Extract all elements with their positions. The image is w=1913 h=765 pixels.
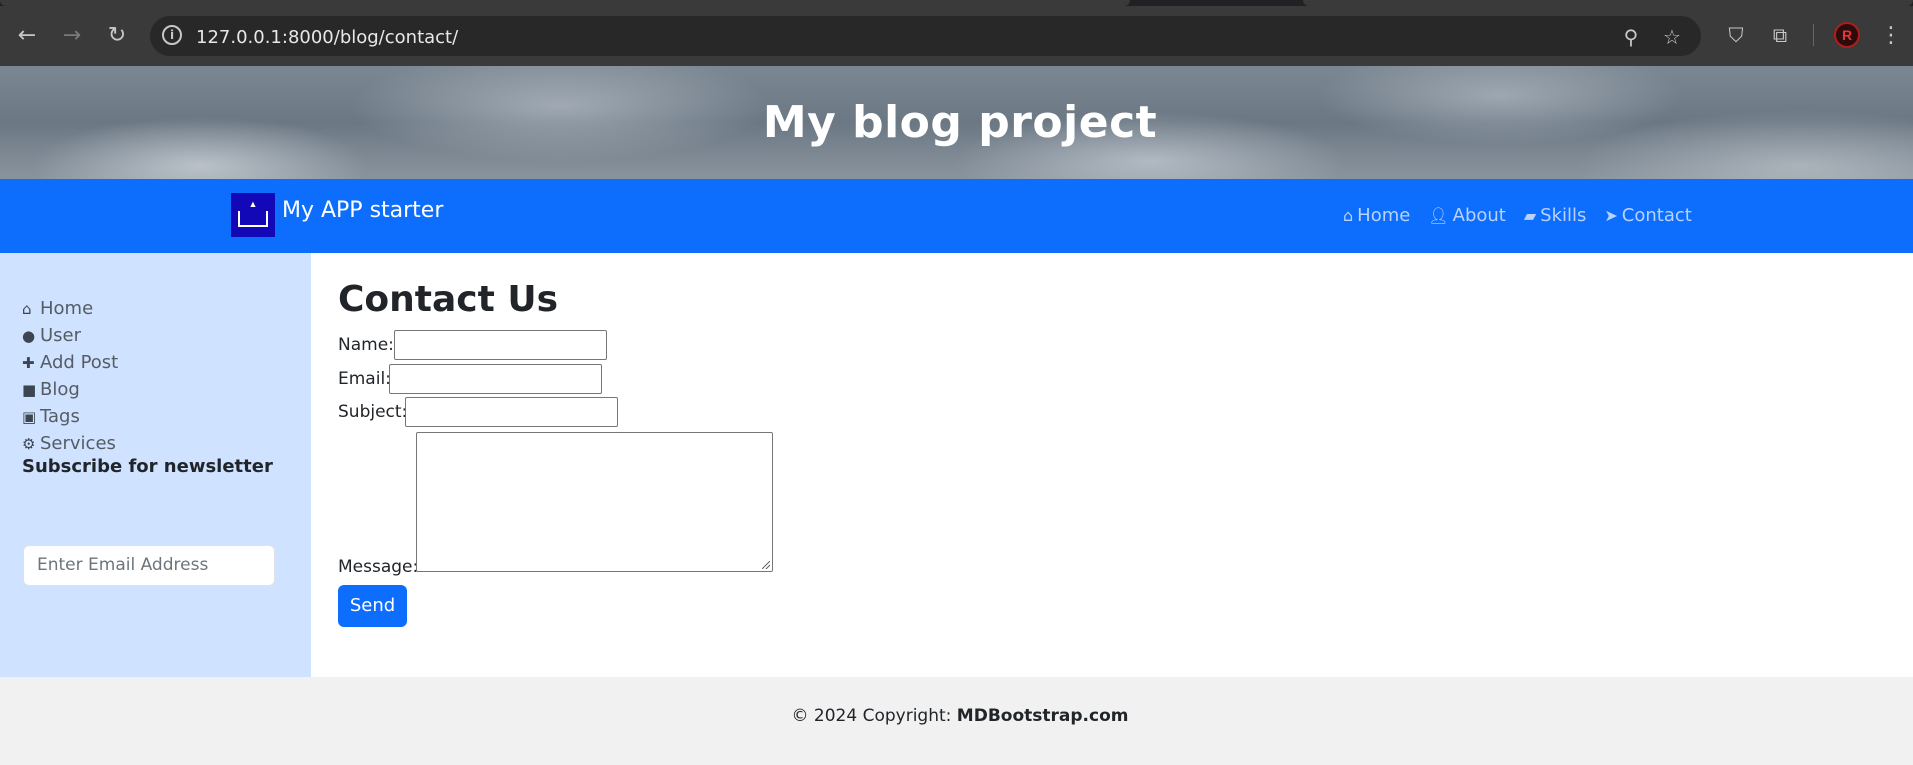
subject-label: Subject: [338, 402, 408, 422]
star-icon[interactable]: ☆ [1660, 25, 1684, 49]
address-bar[interactable]: i 127.0.0.1:8000/blog/contact/ ⚲ ☆ [150, 16, 1701, 56]
page-title: Contact Us [338, 279, 559, 320]
email-label: Email: [338, 369, 391, 389]
site-title: My blog project [762, 97, 1158, 148]
subject-field[interactable] [405, 397, 618, 427]
newsletter-email-input[interactable]: Enter Email Address [23, 545, 275, 586]
header-banner: My blog project [0, 66, 1913, 179]
zoom-icon[interactable]: ⚲ [1619, 25, 1643, 49]
kebab-menu-icon[interactable]: ⋮ [1880, 20, 1902, 52]
top-navbar: ▲ My APP starter ⌂ Home 👤︎ About ▰ Skill… [0, 179, 1913, 253]
logo-figure-icon: ▲ [248, 199, 258, 209]
sidebar-item-services[interactable]: ⚙ Services [22, 430, 118, 457]
paper-plane-icon: ➤ [1604, 205, 1618, 225]
resize-handle-icon[interactable] [762, 561, 770, 569]
sidebar-item-home[interactable]: ⌂ Home [22, 295, 118, 322]
browser-toolbar: ← → ↻ i 127.0.0.1:8000/blog/contact/ ⚲ ☆… [0, 0, 1913, 66]
briefcase-icon: ▣ [22, 407, 37, 426]
name-field[interactable] [394, 330, 607, 360]
toolbar-divider [1813, 24, 1814, 46]
nav-link-label: Skills [1540, 204, 1587, 226]
sidebar-item-label: Services [40, 433, 116, 454]
nav-link-contact[interactable]: ➤ Contact [1604, 203, 1691, 227]
plus-icon: ✚ [22, 353, 35, 372]
copyright-text: © 2024 Copyright: [791, 706, 952, 726]
footer-link[interactable]: MDBootstrap.com [957, 706, 1129, 726]
newsletter-heading: Subscribe for newsletter [22, 456, 273, 477]
forward-arrow-icon[interactable]: → [56, 20, 88, 52]
user-icon: ● [22, 326, 36, 345]
profile-avatar-icon[interactable]: R [1834, 22, 1860, 48]
reload-icon[interactable]: ↻ [101, 20, 133, 52]
nav-link-about[interactable]: 👤︎ About [1428, 203, 1506, 227]
email-field[interactable] [389, 364, 602, 394]
tab-strip [0, 0, 1913, 6]
footer: © 2024 Copyright: MDBootstrap.com [0, 677, 1913, 765]
puzzle-extensions-icon[interactable]: ⧉ [1767, 22, 1793, 48]
gears-icon: ⚙ [22, 434, 36, 453]
book-icon: ▰ [1523, 205, 1537, 225]
home-icon: ⌂ [1343, 205, 1354, 225]
message-textarea[interactable] [416, 432, 773, 572]
nav-links: ⌂ Home 👤︎ About ▰ Skills ➤ Contact [1343, 203, 1692, 227]
sidebar-item-label: Blog [40, 379, 80, 400]
brand-name[interactable]: My APP starter [282, 198, 443, 223]
main-content: Contact Us Name: Email: Subject: Message… [311, 253, 1913, 677]
sidebar-item-blog[interactable]: ■ Blog [22, 376, 118, 403]
sidebar-item-label: Tags [40, 406, 80, 427]
nav-link-label: Home [1357, 204, 1411, 226]
back-arrow-icon[interactable]: ← [11, 20, 43, 52]
send-button[interactable]: Send [338, 585, 407, 627]
name-label: Name: [338, 335, 394, 355]
sidebar-item-label: User [40, 325, 82, 346]
sidebar-item-user[interactable]: ● User [22, 322, 118, 349]
sidebar-item-add-post[interactable]: ✚ Add Post [22, 349, 118, 376]
brand-logo[interactable]: ▲ [231, 193, 275, 237]
tab[interactable] [0, 0, 1130, 6]
sticky-note-icon: ■ [22, 380, 37, 399]
message-label: Message: [338, 557, 419, 577]
home-icon: ⌂ [22, 299, 32, 318]
nav-link-label: About [1452, 204, 1506, 226]
page: My blog project ▲ My APP starter ⌂ Home … [0, 66, 1913, 765]
sidebar: ⌂ Home ● User ✚ Add Post ■ Blog ▣ Tags ⚙… [0, 253, 311, 677]
sidebar-item-label: Add Post [40, 352, 119, 373]
url-text[interactable]: 127.0.0.1:8000/blog/contact/ [196, 27, 458, 48]
logo-bars-icon [238, 211, 268, 227]
footer-copyright: © 2024 Copyright: MDBootstrap.com [0, 706, 1913, 726]
sidebar-item-tags[interactable]: ▣ Tags [22, 403, 118, 430]
sidebar-item-label: Home [40, 298, 94, 319]
user-icon: 👤︎ [1428, 205, 1449, 225]
sidebar-menu: ⌂ Home ● User ✚ Add Post ■ Blog ▣ Tags ⚙… [22, 295, 118, 457]
nav-link-home[interactable]: ⌂ Home [1343, 203, 1410, 227]
nav-link-skills[interactable]: ▰ Skills [1524, 203, 1587, 227]
nav-link-label: Contact [1621, 204, 1692, 226]
shield-extension-icon[interactable]: ⛉ [1723, 22, 1749, 48]
tab[interactable] [1303, 0, 1913, 6]
site-info-icon[interactable]: i [162, 25, 182, 45]
